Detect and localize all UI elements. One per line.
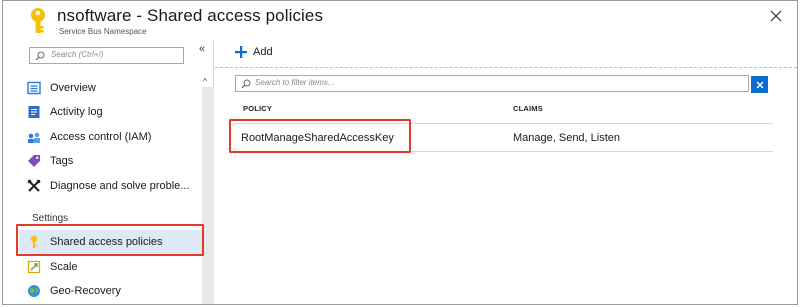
menu-item-geo-recovery[interactable]: Geo-Recovery — [19, 279, 202, 303]
wrench-icon — [27, 179, 41, 192]
menu-scrollbar[interactable] — [202, 87, 214, 304]
menu-item-label: Access control (IAM) — [50, 131, 152, 143]
close-icon — [756, 81, 763, 88]
table-divider — [235, 151, 773, 152]
menu-item-label: Diagnose and solve proble... — [50, 180, 190, 192]
overview-icon — [27, 81, 41, 95]
menu-item-label: Geo-Recovery — [50, 285, 121, 297]
menu-item-scale[interactable]: Scale — [19, 255, 202, 279]
key-icon — [31, 8, 45, 33]
globe-icon — [28, 285, 40, 297]
column-header-claims[interactable]: CLAIMS — [513, 104, 543, 113]
clear-filter-button[interactable] — [751, 76, 768, 93]
collapse-menu-button[interactable]: « — [199, 43, 205, 55]
close-icon[interactable] — [769, 9, 783, 23]
menu-item-label: Shared access policies — [50, 236, 163, 248]
filter-search-input[interactable]: Search to filter items... — [235, 75, 749, 92]
menu-item-label: Overview — [50, 82, 96, 94]
menu-item-activity-log[interactable]: Activity log — [19, 100, 202, 124]
add-policy-button[interactable]: Add — [235, 46, 273, 58]
search-icon — [241, 79, 251, 89]
menu-item-diagnose[interactable]: Diagnose and solve proble... — [19, 174, 202, 198]
menu-item-label: Scale — [50, 261, 78, 273]
tag-icon — [28, 155, 40, 167]
menu-item-shared-access-policies[interactable]: Shared access policies — [19, 230, 202, 254]
iam-icon — [28, 132, 40, 143]
plus-icon — [235, 46, 247, 58]
column-header-policy[interactable]: POLICY — [243, 104, 272, 113]
resource-menu: Search (Ctrl+/) « ^ Overview Activity lo… — [3, 41, 214, 304]
page-subtitle: Service Bus Namespace — [59, 27, 147, 36]
menu-item-access-control[interactable]: Access control (IAM) — [19, 125, 202, 149]
blade-header: nsoftware - Shared access policies Servi… — [3, 1, 797, 41]
menu-item-tags[interactable]: Tags — [19, 149, 202, 173]
toolbar-divider — [215, 67, 797, 68]
table-row[interactable]: RootManageSharedAccessKey Manage, Send, … — [235, 124, 773, 151]
activity-log-icon — [28, 106, 40, 118]
settings-section-heading: Settings — [32, 213, 69, 224]
menu-item-overview[interactable]: Overview — [19, 76, 202, 100]
scroll-up-arrow-icon[interactable]: ^ — [203, 77, 207, 86]
policy-name-cell[interactable]: RootManageSharedAccessKey — [241, 132, 394, 144]
claims-cell: Manage, Send, Listen — [513, 132, 621, 144]
menu-item-label: Activity log — [50, 106, 103, 118]
blade-window: nsoftware - Shared access policies Servi… — [2, 0, 798, 305]
main-content: Add Search to filter items... POLICY CLA… — [215, 41, 797, 304]
add-label: Add — [253, 46, 273, 58]
menu-search-input[interactable]: Search (Ctrl+/) — [29, 47, 184, 64]
menu-search-placeholder: Search (Ctrl+/) — [51, 50, 104, 59]
filter-placeholder: Search to filter items... — [255, 78, 335, 87]
search-icon — [35, 51, 45, 61]
page-title: nsoftware - Shared access policies — [57, 6, 324, 25]
menu-item-label: Tags — [50, 155, 74, 167]
scale-icon — [27, 260, 41, 274]
key-icon — [30, 235, 38, 249]
